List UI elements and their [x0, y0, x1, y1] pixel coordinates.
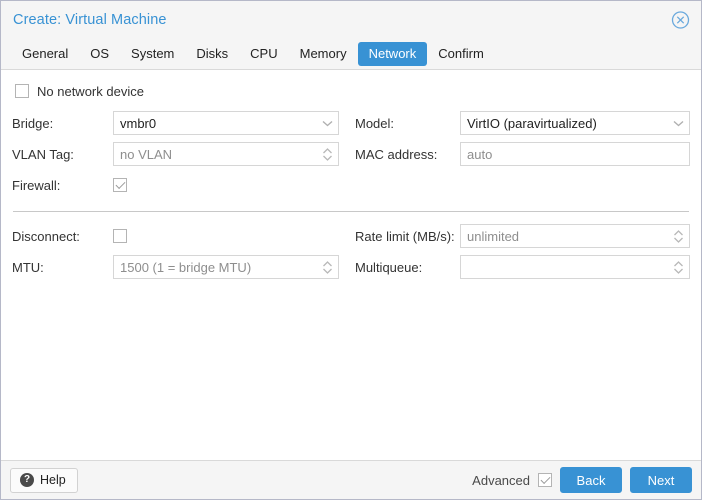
chevron-down-icon[interactable] — [321, 111, 334, 135]
advanced-checkbox[interactable] — [538, 473, 552, 487]
model-label: Model: — [355, 115, 395, 131]
tab-confirm[interactable]: Confirm — [427, 42, 495, 66]
wizard-tabbar: General OS System Disks CPU Memory Netwo… — [1, 38, 701, 70]
bridge-field: Bridge: — [12, 109, 339, 137]
next-button[interactable]: Next — [630, 467, 692, 493]
dialog-footer: ? Help Advanced Back Next — [1, 460, 701, 499]
footer-actions: Advanced Back Next — [472, 467, 692, 493]
mtu-input-wrap — [113, 255, 339, 279]
multiqueue-input-wrap — [460, 255, 690, 279]
help-button[interactable]: ? Help — [10, 467, 78, 493]
firewall-field: Firewall: — [12, 171, 339, 199]
vlan-tag-input[interactable] — [113, 142, 339, 166]
mac-address-field: MAC address: — [355, 140, 690, 168]
rate-limit-input-wrap — [460, 224, 690, 248]
no-network-device-checkbox[interactable] — [15, 84, 29, 98]
tab-memory[interactable]: Memory — [289, 42, 358, 66]
chevron-down-icon[interactable] — [672, 111, 685, 135]
network-form: No network device Bridge: VLAN Tag: — [1, 70, 701, 460]
model-input-wrap — [460, 111, 690, 135]
basic-left-column: Bridge: VLAN Tag: — [12, 109, 351, 202]
bridge-label: Bridge: — [12, 115, 54, 131]
tab-network[interactable]: Network — [357, 41, 428, 66]
basic-section: Bridge: VLAN Tag: — [12, 109, 690, 202]
rate-limit-field: Rate limit (MB/s): — [355, 222, 690, 250]
advanced-left-column: Disconnect: MTU: — [12, 222, 351, 284]
vlan-tag-label: VLAN Tag: — [12, 146, 74, 162]
model-field: Model: — [355, 109, 690, 137]
advanced-right-column: Rate limit (MB/s): Multiqueue: — [351, 222, 690, 284]
rate-limit-label: Rate limit (MB/s): — [355, 228, 455, 244]
tab-system[interactable]: System — [120, 42, 185, 66]
disconnect-field: Disconnect: — [12, 222, 339, 250]
bridge-input-wrap — [113, 111, 339, 135]
tab-disks[interactable]: Disks — [185, 42, 239, 66]
basic-right-column: Model: MAC address: — [351, 109, 690, 202]
tab-os[interactable]: OS — [79, 42, 120, 66]
back-button[interactable]: Back — [560, 467, 622, 493]
mtu-input[interactable] — [113, 255, 339, 279]
mtu-field: MTU: — [12, 253, 339, 281]
no-network-device-label: No network device — [37, 83, 144, 99]
spinner-arrows-icon[interactable] — [321, 142, 334, 166]
disconnect-label: Disconnect: — [12, 228, 80, 244]
vlan-tag-input-wrap — [113, 142, 339, 166]
multiqueue-label: Multiqueue: — [355, 259, 423, 275]
close-icon[interactable] — [671, 10, 690, 29]
mac-address-label: MAC address: — [355, 146, 438, 162]
multiqueue-input[interactable] — [460, 255, 690, 279]
question-mark-icon: ? — [20, 473, 34, 487]
spinner-arrows-icon[interactable] — [672, 224, 685, 248]
advanced-section: Disconnect: MTU: 1500 (1 = bridge MTU) R… — [12, 222, 690, 284]
firewall-checkbox[interactable] — [113, 178, 127, 192]
dialog-titlebar: Create: Virtual Machine — [1, 1, 701, 38]
rate-limit-input[interactable] — [460, 224, 690, 248]
section-divider — [13, 211, 689, 212]
tab-cpu[interactable]: CPU — [239, 42, 288, 66]
mtu-label: MTU: — [12, 259, 44, 275]
help-button-label: Help — [40, 473, 66, 487]
no-network-device-row: No network device — [12, 80, 690, 102]
model-input[interactable] — [460, 111, 690, 135]
mac-address-input[interactable] — [460, 142, 690, 166]
tab-general[interactable]: General — [11, 42, 79, 66]
spinner-arrows-icon[interactable] — [321, 255, 334, 279]
advanced-label: Advanced — [472, 472, 530, 488]
mac-address-input-wrap — [460, 142, 690, 166]
multiqueue-field: Multiqueue: — [355, 253, 690, 281]
dialog-title: Create: Virtual Machine — [13, 11, 167, 28]
disconnect-checkbox[interactable] — [113, 229, 127, 243]
bridge-input[interactable] — [113, 111, 339, 135]
spinner-arrows-icon[interactable] — [672, 255, 685, 279]
vlan-tag-field: VLAN Tag: — [12, 140, 339, 168]
firewall-label: Firewall: — [12, 177, 61, 193]
create-vm-dialog: Create: Virtual Machine General OS Syste… — [0, 0, 702, 500]
